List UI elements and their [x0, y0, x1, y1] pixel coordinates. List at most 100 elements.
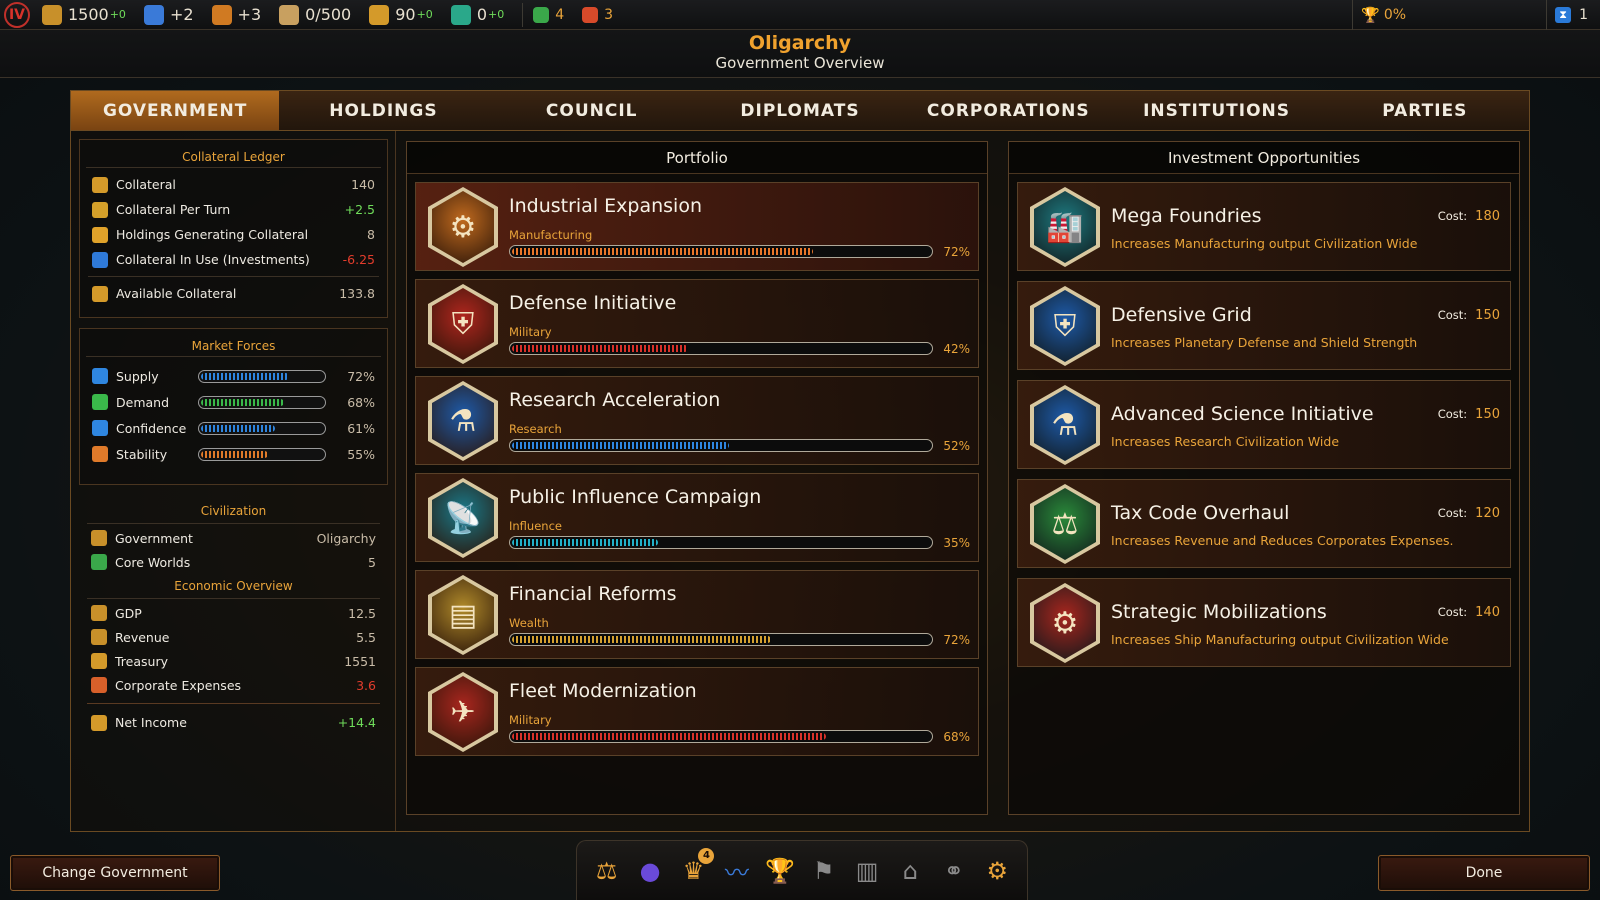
market-bar-fill — [201, 424, 276, 432]
scales-icon — [369, 4, 390, 25]
investment-cost: Cost: 180 — [1438, 209, 1500, 224]
econ-label: Revenue — [115, 629, 170, 645]
collateral-icon — [92, 201, 108, 218]
factory-icon: 🏭 — [1034, 191, 1096, 263]
market-label: Stability — [116, 446, 168, 462]
tab-institutions[interactable]: INSTITUTIONS — [1112, 91, 1320, 130]
econ-value: 1551 — [344, 653, 376, 669]
portfolio-progress-bar — [509, 536, 933, 549]
portfolio-card[interactable]: ⚙ Industrial Expansion Manufacturing 72% — [415, 182, 979, 271]
pillar-icon[interactable]: ▥ — [850, 854, 884, 888]
victory-progress[interactable]: 0% — [1384, 7, 1406, 23]
tab-government[interactable]: GOVERNMENT — [71, 91, 280, 130]
ledger-row: Collateral Per Turn +2.5 — [80, 197, 387, 222]
done-button[interactable]: Done — [1378, 855, 1590, 891]
turn-counter[interactable]: 1 — [1579, 7, 1588, 23]
tab-diplomats[interactable]: DIPLOMATS — [696, 91, 904, 130]
investment-card[interactable]: ⚙ Strategic Mobilizations Increases Ship M… — [1017, 578, 1511, 667]
portfolio-card[interactable]: ⛨ Defense Initiative Military 42% — [415, 279, 979, 368]
shield-icon: ⛨ — [1034, 290, 1096, 362]
notification-badge: 4 — [698, 847, 715, 864]
civ-icon — [91, 530, 107, 546]
resource-2[interactable]: +3 — [211, 4, 261, 25]
resource-5[interactable]: 0 +0 — [450, 4, 504, 25]
investment-card[interactable]: 🏭 Mega Foundries Increases Manufacturing o… — [1017, 182, 1511, 271]
tab-council[interactable]: COUNCIL — [488, 91, 696, 130]
portfolio-progress-fill — [512, 345, 688, 352]
resource-0[interactable]: 1500 +0 — [42, 4, 126, 25]
scales-icon[interactable]: ⚖ — [590, 854, 624, 888]
portfolio-percent: 52% — [943, 439, 970, 453]
left-summary-column: Collateral Ledger Collateral 140 Collatera… — [71, 131, 396, 831]
portfolio-card[interactable]: 📡 Public Influence Campaign Influence 35% — [415, 473, 979, 562]
portfolio-name: Public Influence Campaign — [509, 486, 762, 508]
shield-icon: ⛨ — [432, 288, 494, 360]
net-income-row: Net Income +14.4 — [79, 710, 388, 735]
econ-value: 3.6 — [356, 677, 376, 693]
tab-holdings[interactable]: HOLDINGS — [279, 91, 487, 130]
investment-hex: ⚖ — [1030, 484, 1100, 564]
tab-bar: GOVERNMENT HOLDINGS COUNCIL DIPLOMATS CORPOR… — [71, 91, 1529, 131]
satellite-dish-icon: 📡 — [432, 482, 494, 554]
cost-label: Cost: — [1437, 605, 1468, 619]
supply-arrow-icon — [92, 368, 108, 384]
flag-icon[interactable]: ⚑ — [807, 854, 841, 888]
trophy-icon: 🏆 — [1361, 6, 1380, 24]
resource-value: 1500 — [68, 5, 109, 24]
planet-icon[interactable]: ● — [633, 854, 667, 888]
portfolio-card[interactable]: ▤ Financial Reforms Wealth 72% — [415, 570, 979, 659]
cost-value: 120 — [1475, 506, 1500, 521]
available-collateral-value: 133.8 — [339, 286, 375, 301]
investment-name: Strategic Mobilizations — [1111, 601, 1327, 623]
investment-name: Mega Foundries — [1111, 205, 1262, 227]
investment-card[interactable]: ⚖ Tax Code Overhaul Increases Revenue and … — [1017, 479, 1511, 568]
trophy-icon[interactable]: 🏆 — [763, 854, 797, 888]
civ-value: Oligarchy — [316, 530, 376, 546]
market-bar-fill — [201, 372, 289, 380]
portfolio-category: Military — [509, 325, 552, 339]
status-1[interactable]: 3 — [582, 6, 613, 23]
resource-4[interactable]: 90 +0 — [369, 4, 433, 25]
portfolio-hex: ⛨ — [428, 284, 498, 364]
scales-icon: ⚖ — [1034, 488, 1096, 560]
gear-icon: ⚙ — [432, 191, 494, 263]
market-forces: Market Forces Supply 72% Demand 68% Confiden… — [79, 328, 388, 485]
income-icon — [91, 714, 107, 731]
government-gear-icon[interactable]: ⚙ — [980, 854, 1014, 888]
portfolio-percent: 72% — [943, 633, 970, 647]
era-indicator[interactable]: IV — [4, 1, 30, 28]
market-value: 55% — [347, 446, 375, 462]
investment-name: Advanced Science Initiative — [1111, 403, 1374, 425]
investment-card[interactable]: ⛨ Defensive Grid Increases Planetary Defen… — [1017, 281, 1511, 370]
resource-3[interactable]: 0/500 — [279, 4, 351, 25]
change-government-button[interactable]: Change Government — [10, 855, 220, 891]
net-income-value: +14.4 — [337, 715, 376, 730]
resource-1[interactable]: +2 — [143, 4, 194, 25]
ledger-row: Collateral In Use (Investments) -6.25 — [80, 247, 387, 272]
status-0[interactable]: 4 — [533, 6, 564, 23]
tab-corporations[interactable]: CORPORATIONS — [904, 91, 1112, 130]
tab-parties[interactable]: PARTIES — [1321, 91, 1529, 130]
temple-icon[interactable]: ⌂ — [893, 854, 927, 888]
investment-title: Investment Opportunities — [1009, 142, 1519, 174]
investment-cost: Cost: 150 — [1438, 308, 1500, 323]
portfolio-progress-bar — [509, 245, 933, 258]
investment-hex: ⚗ — [1030, 385, 1100, 465]
econ-label: GDP — [115, 605, 142, 621]
portfolio-name: Defense Initiative — [509, 292, 677, 314]
civ-label: Government — [115, 530, 193, 546]
portfolio-title: Portfolio — [407, 142, 987, 174]
trend-chart-icon[interactable]: 〰 — [720, 854, 754, 888]
investment-card[interactable]: ⚗ Advanced Science Initiative Increases Re… — [1017, 380, 1511, 469]
civ-icon — [91, 554, 107, 570]
handshake-icon[interactable]: ⚭ — [937, 854, 971, 888]
portfolio-card[interactable]: ✈ Fleet Modernization Military 68% — [415, 667, 979, 756]
ledger-value: 8 — [367, 227, 375, 242]
portfolio-progress-fill — [512, 636, 772, 643]
ship-gear-icon: ⚙ — [1034, 587, 1096, 659]
portfolio-card[interactable]: ⚗ Research Acceleration Research 52% — [415, 376, 979, 465]
resource-delta: +0 — [109, 8, 126, 21]
market-label: Confidence — [116, 420, 187, 436]
crown-icon[interactable]: ♛ 4 — [676, 847, 715, 888]
resource-value: +2 — [169, 5, 194, 24]
